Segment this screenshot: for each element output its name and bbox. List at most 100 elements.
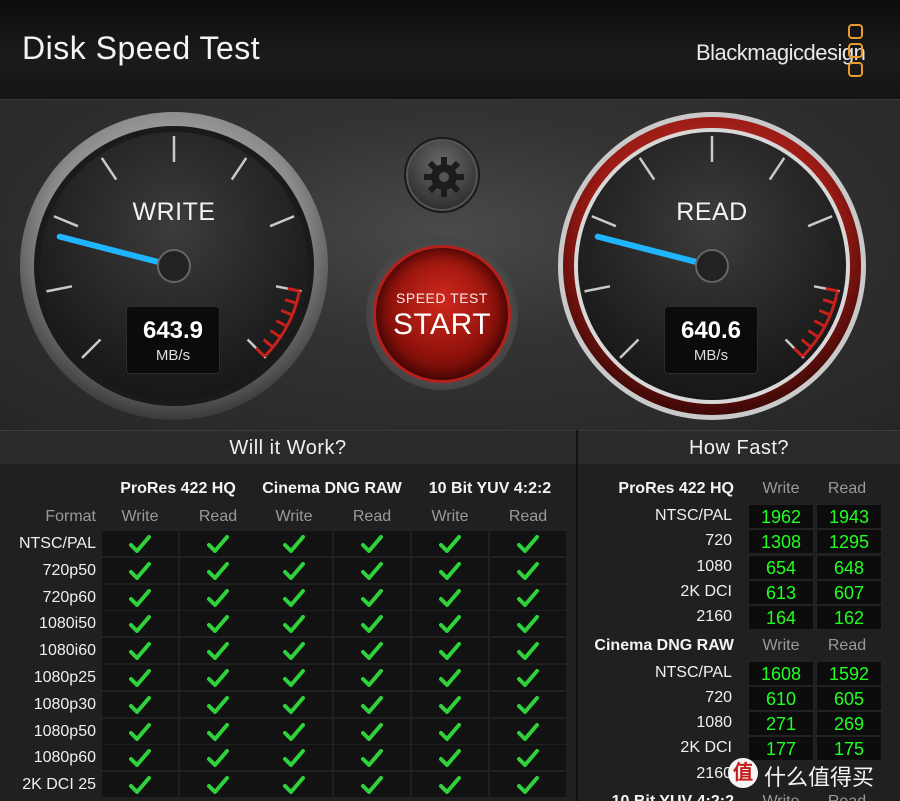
status-cell bbox=[412, 611, 488, 637]
column-header: Read bbox=[508, 508, 548, 525]
will-it-work-header: Will it Work? bbox=[0, 430, 576, 464]
check-icon bbox=[439, 669, 461, 687]
check-icon bbox=[207, 749, 229, 768]
write-gauge: WRITE 643.9 MB/s bbox=[18, 110, 330, 422]
resolution-label: NTSC/PAL bbox=[654, 507, 732, 524]
status-cell bbox=[334, 638, 410, 664]
how-fast-row: 2160 164 162 bbox=[578, 605, 900, 631]
check-icon bbox=[439, 749, 461, 768]
check-icon bbox=[361, 695, 383, 714]
status-cell bbox=[102, 665, 178, 690]
status-cell bbox=[412, 557, 488, 583]
status-cell bbox=[256, 531, 332, 556]
check-icon bbox=[129, 588, 151, 607]
how-fast-write-header: Write bbox=[748, 793, 814, 801]
read-gauge-dial bbox=[558, 112, 866, 420]
check-icon bbox=[439, 615, 461, 634]
how-fast-table: ProRes 422 HQ Write Read NTSC/PAL 1962 1943 72… bbox=[578, 464, 900, 801]
format-column-header: Format bbox=[45, 508, 96, 525]
write-fps-value: 271 bbox=[748, 711, 814, 737]
status-cell bbox=[102, 638, 178, 664]
status-cell bbox=[490, 772, 566, 798]
check-icon bbox=[439, 561, 461, 580]
status-cell bbox=[180, 665, 256, 690]
status-cell bbox=[334, 665, 410, 690]
how-fast-row: 2K DCI 613 607 bbox=[578, 579, 900, 605]
how-fast-group-title: Cinema DNG RAW bbox=[594, 636, 734, 654]
format-name: 720p50 bbox=[42, 561, 96, 579]
settings-button[interactable] bbox=[404, 137, 480, 213]
write-speed-unit: MB/s bbox=[155, 347, 191, 364]
how-fast-read-header: Read bbox=[827, 480, 867, 497]
how-fast-row: 1080 654 648 bbox=[578, 554, 900, 580]
check-icon bbox=[517, 588, 539, 607]
status-cell bbox=[102, 691, 178, 717]
table-row: NTSC/PAL bbox=[0, 530, 566, 557]
table-row: 1080p25 bbox=[0, 664, 566, 691]
status-cell bbox=[256, 745, 332, 771]
format-name: NTSC/PAL bbox=[18, 535, 96, 552]
title-bar: Disk Speed Test Blackmagicdesign bbox=[0, 0, 900, 100]
check-icon bbox=[283, 561, 305, 580]
column-header: Read bbox=[352, 508, 392, 525]
column-header: Write bbox=[121, 508, 159, 525]
check-icon bbox=[361, 749, 383, 768]
table-row: 1080i60 bbox=[0, 637, 566, 664]
table-row: 720p50 bbox=[0, 557, 566, 584]
start-button[interactable]: SPEED TEST START bbox=[366, 238, 518, 390]
check-icon bbox=[207, 669, 229, 687]
read-fps-value: 648 bbox=[816, 554, 882, 580]
table-row: 720p60 bbox=[0, 584, 566, 611]
status-cell bbox=[412, 531, 488, 556]
gear-icon bbox=[424, 157, 464, 197]
start-label: START bbox=[392, 308, 492, 341]
check-icon bbox=[207, 561, 229, 580]
read-fps-value: 1295 bbox=[816, 529, 882, 555]
status-cell bbox=[102, 772, 178, 798]
check-icon bbox=[517, 561, 539, 580]
read-speed-value: 640.6 bbox=[680, 317, 742, 344]
status-cell bbox=[490, 638, 566, 664]
read-fps-value: 269 bbox=[816, 711, 882, 737]
check-icon bbox=[283, 669, 305, 687]
check-icon bbox=[439, 535, 461, 553]
table-row: 1080p50 bbox=[0, 718, 566, 745]
status-cell bbox=[256, 584, 332, 610]
check-icon bbox=[207, 588, 229, 607]
write-gauge-label: WRITE bbox=[132, 198, 216, 226]
status-cell bbox=[334, 718, 410, 744]
write-fps-value: 610 bbox=[748, 685, 814, 711]
check-icon bbox=[439, 642, 461, 661]
how-fast-row: 720 1308 1295 bbox=[578, 529, 900, 555]
status-cell bbox=[490, 531, 566, 556]
write-fps-value: 1308 bbox=[748, 529, 814, 555]
write-readout: 643.9 MB/s bbox=[126, 306, 220, 374]
check-icon bbox=[283, 642, 305, 661]
status-cell bbox=[490, 718, 566, 744]
write-speed-value: 643.9 bbox=[142, 317, 204, 344]
read-fps-value: 605 bbox=[816, 685, 882, 711]
write-fps-value: 613 bbox=[748, 579, 814, 605]
check-icon bbox=[283, 776, 305, 795]
how-fast-row: NTSC/PAL 1962 1943 bbox=[578, 504, 900, 529]
format-name: 1080p25 bbox=[33, 669, 96, 686]
read-fps-value: 1592 bbox=[816, 660, 882, 686]
format-name: 1080p60 bbox=[33, 749, 96, 767]
read-gauge: READ 640.6 MB/s bbox=[556, 110, 868, 422]
how-fast-group-title: ProRes 422 HQ bbox=[618, 480, 734, 497]
table-row: 1080i50 bbox=[0, 610, 566, 637]
gauge-hub bbox=[695, 249, 729, 283]
group-header: 10 Bit YUV 4:2:2 bbox=[428, 480, 552, 497]
read-fps-value: 607 bbox=[816, 579, 882, 605]
check-icon bbox=[517, 722, 539, 741]
check-icon bbox=[361, 615, 383, 634]
how-fast-write-header: Write bbox=[762, 636, 800, 654]
status-cell bbox=[180, 611, 256, 637]
format-name: 2K DCI 25 bbox=[22, 776, 96, 794]
status-cell bbox=[102, 584, 178, 610]
check-icon bbox=[129, 722, 151, 741]
check-icon bbox=[129, 776, 151, 795]
format-name: 1080p30 bbox=[33, 695, 96, 713]
watermark-logo: 值 bbox=[728, 758, 758, 788]
check-icon bbox=[439, 722, 461, 741]
